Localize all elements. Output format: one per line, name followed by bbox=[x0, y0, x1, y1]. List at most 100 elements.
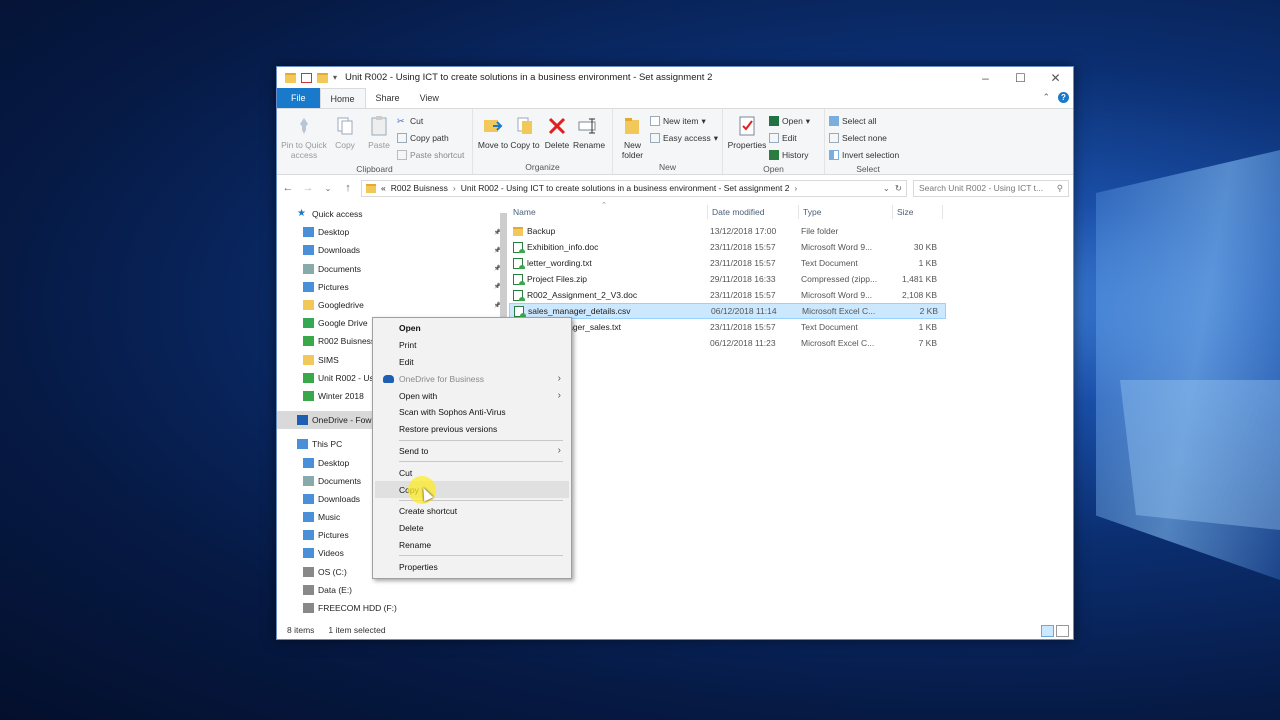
maximize-button[interactable]: ☐ bbox=[1003, 67, 1038, 88]
nav-item[interactable]: Documents 📌 bbox=[277, 260, 509, 278]
menu-item[interactable]: Create shortcut bbox=[375, 503, 569, 520]
properties-icon[interactable] bbox=[301, 72, 312, 83]
collapse-ribbon-icon[interactable]: ⌃ bbox=[1042, 92, 1050, 103]
tab-file[interactable]: File bbox=[277, 88, 320, 108]
file-row[interactable]: sales_manager_details.csv 06/12/2018 11:1… bbox=[509, 303, 946, 319]
menu-item[interactable]: Edit bbox=[375, 354, 569, 371]
nav-item[interactable]: ★ Quick access bbox=[277, 205, 509, 223]
file-row[interactable]: Project Files.zip 29/11/2018 16:33 Compres… bbox=[509, 271, 946, 287]
select-all-button[interactable]: Select all bbox=[829, 113, 899, 129]
select-none-button[interactable]: Select none bbox=[829, 130, 899, 146]
paste-button[interactable]: Paste bbox=[363, 111, 395, 163]
file-type: Microsoft Word 9... bbox=[801, 290, 873, 300]
ribbon: Pin to Quick access Copy Paste ✂ Cut Copy… bbox=[277, 108, 1073, 175]
breadcrumb-overflow[interactable]: « bbox=[381, 183, 386, 193]
star-icon: ★ bbox=[297, 208, 306, 220]
easy-access-button[interactable]: Easy access ▾ bbox=[650, 130, 718, 146]
file-row[interactable]: sales_manager_sales.txt 23/11/2018 15:57 T… bbox=[509, 319, 946, 335]
menu-item[interactable]: Scan with Sophos Anti-Virus bbox=[375, 404, 569, 421]
menu-item[interactable]: Open with › bbox=[375, 387, 569, 404]
properties-button[interactable]: Properties bbox=[727, 111, 767, 163]
file-row[interactable]: Backup 13/12/2018 17:00 File folder bbox=[509, 223, 946, 239]
edit-icon bbox=[769, 133, 779, 143]
menu-item[interactable]: Restore previous versions bbox=[375, 421, 569, 438]
file-row[interactable]: letter_wording.txt 23/11/2018 15:57 Text D… bbox=[509, 255, 946, 271]
large-icons-view-button[interactable] bbox=[1056, 625, 1069, 637]
new-folder-button[interactable]: New folder bbox=[617, 111, 648, 161]
menu-item[interactable]: Properties bbox=[375, 558, 569, 575]
select-all-icon bbox=[829, 116, 839, 126]
paste-shortcut-button[interactable]: Paste shortcut bbox=[397, 147, 464, 163]
menu-item-label: OneDrive for Business bbox=[399, 373, 485, 384]
column-size[interactable]: Size bbox=[893, 205, 943, 219]
breadcrumb-current[interactable]: Unit R002 - Using ICT to create solution… bbox=[461, 183, 790, 193]
nav-item[interactable]: Downloads 📌 bbox=[277, 241, 509, 259]
chevron-right-icon[interactable]: › bbox=[453, 183, 456, 193]
close-button[interactable]: ✕ bbox=[1038, 67, 1073, 88]
copy-to-button[interactable]: Copy to bbox=[509, 111, 541, 161]
help-icon[interactable]: ? bbox=[1058, 92, 1069, 103]
breadcrumb-r002[interactable]: R002 Buisness bbox=[391, 183, 448, 193]
chevron-right-icon[interactable]: › bbox=[794, 183, 797, 193]
new-folder-icon[interactable] bbox=[317, 72, 328, 83]
delete-button[interactable]: Delete bbox=[541, 111, 573, 161]
nav-item-label: R002 Buisness bbox=[318, 336, 376, 347]
file-row[interactable]: R002_Assignment_2_V3.doc 23/11/2018 15:57… bbox=[509, 287, 946, 303]
menu-item[interactable]: Print bbox=[375, 337, 569, 354]
menu-item-label: Properties bbox=[399, 561, 438, 572]
rename-button[interactable]: Rename bbox=[573, 111, 605, 161]
history-button[interactable]: History bbox=[769, 147, 810, 163]
menu-item[interactable]: Send to › bbox=[375, 443, 569, 460]
up-button[interactable]: ↑ bbox=[341, 182, 355, 194]
file-type: Text Document bbox=[801, 322, 858, 332]
copy-button[interactable]: Copy bbox=[329, 111, 361, 163]
menu-item[interactable]: Cut bbox=[375, 464, 569, 481]
forward-button[interactable]: → bbox=[301, 182, 315, 194]
menu-item-label: Rename bbox=[399, 539, 432, 550]
folder-icon bbox=[303, 300, 314, 311]
context-menu: Open Print Edit OneDrive for Business › Open … bbox=[372, 317, 572, 579]
nav-item[interactable]: Googledrive 📌 bbox=[277, 296, 509, 314]
menu-item[interactable]: Copy bbox=[375, 481, 569, 498]
tab-view[interactable]: View bbox=[410, 88, 449, 108]
nav-item[interactable]: FREECOM HDD (F:) bbox=[277, 599, 509, 617]
chevron-down-icon: ▾ bbox=[805, 115, 811, 126]
pin-to-quick-access-button[interactable]: Pin to Quick access bbox=[281, 111, 327, 163]
tab-share[interactable]: Share bbox=[366, 88, 410, 108]
menu-item[interactable]: Rename bbox=[375, 537, 569, 554]
cut-button[interactable]: ✂ Cut bbox=[397, 113, 464, 129]
column-date-modified[interactable]: Date modified bbox=[708, 205, 799, 219]
back-button[interactable]: ← bbox=[281, 182, 295, 194]
menu-item[interactable]: OneDrive for Business › bbox=[375, 370, 569, 387]
nav-item[interactable]: Data (E:) bbox=[277, 581, 509, 599]
nav-item[interactable]: Desktop 📌 bbox=[277, 223, 509, 241]
excel-icon bbox=[769, 116, 779, 126]
menu-item[interactable]: Open bbox=[375, 320, 569, 337]
minimize-button[interactable]: – bbox=[968, 67, 1003, 88]
window-controls: – ☐ ✕ bbox=[968, 67, 1073, 88]
open-button[interactable]: Open ▾ bbox=[769, 113, 810, 129]
file-icon bbox=[513, 257, 525, 269]
nav-item[interactable]: Pictures 📌 bbox=[277, 278, 509, 296]
column-name[interactable]: Name bbox=[509, 205, 708, 219]
chevron-down-icon[interactable]: ▾ bbox=[333, 73, 337, 82]
tab-home[interactable]: Home bbox=[319, 88, 366, 108]
file-row[interactable]: sales.csv06/12/2018 11:23Microsoft Excel… bbox=[509, 335, 946, 351]
menu-item[interactable]: Delete bbox=[375, 520, 569, 537]
nav-item-label: Quick access bbox=[312, 209, 363, 220]
edit-button[interactable]: Edit bbox=[769, 130, 810, 146]
recent-locations-button[interactable]: ⌄ bbox=[321, 184, 335, 193]
address-dropdown-icon[interactable]: ⌄ bbox=[883, 183, 890, 194]
file-icon bbox=[513, 273, 525, 285]
copy-path-button[interactable]: Copy path bbox=[397, 130, 464, 146]
new-item-button[interactable]: New item ▾ bbox=[650, 113, 718, 129]
search-input[interactable]: Search Unit R002 - Using ICT t... ⚲ bbox=[913, 179, 1069, 197]
address-bar[interactable]: « R002 Buisness › Unit R002 - Using ICT … bbox=[361, 179, 907, 197]
details-view-button[interactable] bbox=[1041, 625, 1054, 637]
onedrive-icon bbox=[297, 415, 308, 426]
column-type[interactable]: Type bbox=[799, 205, 893, 219]
refresh-icon[interactable]: ↻ bbox=[895, 183, 902, 194]
move-to-button[interactable]: Move to bbox=[477, 111, 509, 161]
file-row[interactable]: Exhibition_info.doc 23/11/2018 15:57 Micro… bbox=[509, 239, 946, 255]
invert-selection-button[interactable]: Invert selection bbox=[829, 147, 899, 163]
